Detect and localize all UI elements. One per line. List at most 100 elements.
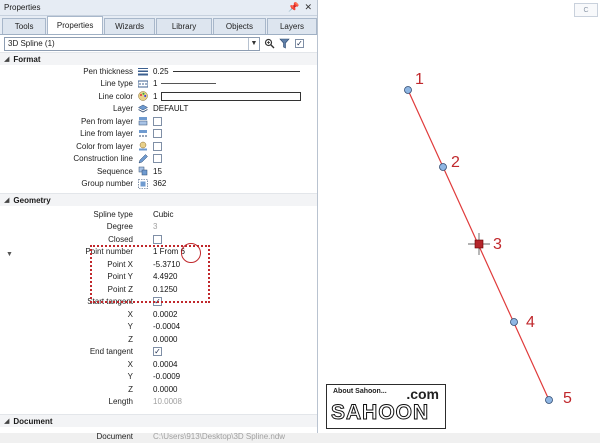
layers-icon <box>136 103 150 115</box>
length-label: Length <box>108 397 133 407</box>
end-tangent-z-value: 0.0000 <box>153 384 178 394</box>
end-tangent-row[interactable]: End tangent <box>0 346 317 359</box>
line-color-swatch[interactable] <box>161 91 302 101</box>
start-tangent-x-row[interactable]: X 0.0002 <box>0 308 317 321</box>
group-number-value: 362 <box>153 179 167 189</box>
length-value: 10.0008 <box>153 397 182 407</box>
sequence-label: Sequence <box>96 166 133 176</box>
pen-thickness-icon <box>136 65 150 77</box>
object-selector[interactable]: 3D Spline (1) ▼ <box>4 36 260 51</box>
closed-row[interactable]: Closed <box>0 233 317 246</box>
document-path-value: C:\Users\913\Desktop\3D Spline.ndw <box>153 431 286 441</box>
construction-line-value <box>150 154 162 164</box>
document-row[interactable]: Document C:\Users\913\Desktop\3D Spline.… <box>0 430 317 443</box>
line-layer-icon <box>136 128 150 140</box>
start-tangent-y-row[interactable]: Y -0.0004 <box>0 321 317 334</box>
end-tangent-x-label: X <box>127 359 133 369</box>
document-section-header[interactable]: ◢ Document <box>0 414 317 427</box>
line-type-row[interactable]: Line type 1 <box>0 78 317 91</box>
point-label-2: 2 <box>451 154 460 171</box>
point-label-1: 1 <box>415 71 424 88</box>
start-tangent-x-value: 0.0002 <box>153 309 178 319</box>
spline-type-row[interactable]: Spline type Cubic <box>0 208 317 221</box>
close-icon[interactable]: ✕ <box>304 2 312 13</box>
line-from-layer-value <box>150 129 162 139</box>
titlebar-controls: 📌 ✕ <box>288 2 317 13</box>
line-color-text: 1 <box>153 91 158 101</box>
color-from-layer-checkbox[interactable] <box>153 141 162 151</box>
line-color-row[interactable]: Line color 1 <box>0 90 317 103</box>
length-row[interactable]: Length 10.0008 <box>0 396 317 409</box>
geometry-section-header[interactable]: ◢ Geometry <box>0 193 317 206</box>
end-tangent-y-row[interactable]: Y -0.0009 <box>0 371 317 384</box>
filter-icon[interactable] <box>279 38 290 50</box>
line-from-layer-checkbox[interactable] <box>153 129 162 139</box>
color-from-layer-label: Color from layer <box>76 141 133 151</box>
group-number-row[interactable]: Group number 362 <box>0 178 317 191</box>
panel-title: Properties <box>4 3 41 12</box>
pen-thickness-sample <box>172 70 300 72</box>
line-type-icon <box>136 78 150 90</box>
control-point-1[interactable] <box>404 86 412 94</box>
end-tangent-x-row[interactable]: X 0.0004 <box>0 358 317 371</box>
pin-icon[interactable]: 📌 <box>288 2 299 13</box>
line-type-value: 1 <box>150 79 217 89</box>
spline-type-value: Cubic <box>153 209 174 219</box>
tab-wizards[interactable]: Wizards <box>104 18 156 34</box>
format-section-title: Format <box>13 54 41 64</box>
degree-row[interactable]: Degree 3 <box>0 221 317 234</box>
checkmark-icon[interactable] <box>294 38 305 50</box>
tab-layers[interactable]: Layers <box>266 18 317 34</box>
object-selector-value: 3D Spline (1) <box>8 39 55 48</box>
chevron-down-icon[interactable]: ▼ <box>248 37 259 50</box>
tab-tools[interactable]: Tools <box>2 18 47 34</box>
tab-bar: Tools Properties Wizards Library Objects… <box>0 16 317 35</box>
tab-properties[interactable]: Properties <box>47 16 104 34</box>
drawing-canvas[interactable]: C 1 2 3 4 5 About Sahoon... .com SAHOON <box>318 0 600 433</box>
start-tangent-y-value: -0.0004 <box>153 322 181 332</box>
collapse-arrow-icon[interactable]: ◢ <box>4 417 9 425</box>
color-from-layer-value <box>150 141 162 151</box>
selected-control-point-3[interactable] <box>474 239 484 249</box>
line-type-text: 1 <box>153 79 158 89</box>
end-tangent-checkbox[interactable] <box>153 347 162 357</box>
sequence-row[interactable]: Sequence 15 <box>0 165 317 178</box>
zoom-search-icon[interactable] <box>264 38 275 50</box>
color-from-layer-row[interactable]: Color from layer <box>0 140 317 153</box>
construction-line-row[interactable]: Construction line <box>0 153 317 166</box>
point-label-3: 3 <box>493 236 502 253</box>
end-tangent-z-row[interactable]: Z 0.0000 <box>0 383 317 396</box>
end-tangent-y-label: Y <box>127 372 133 382</box>
document-section-title: Document <box>13 416 53 426</box>
sequence-icon <box>136 165 150 177</box>
control-point-2[interactable] <box>439 163 447 171</box>
end-tangent-value <box>150 347 162 357</box>
highlight-circle <box>181 243 201 263</box>
pen-from-layer-checkbox[interactable] <box>153 116 162 126</box>
closed-value <box>150 234 162 244</box>
pen-thickness-row[interactable]: Pen thickness 0.25 <box>0 65 317 78</box>
format-section-header[interactable]: ◢ Format <box>0 52 317 65</box>
object-selector-row: 3D Spline (1) ▼ <box>0 35 317 52</box>
logo-com-text: .com <box>406 386 439 402</box>
properties-panel: Properties 📌 ✕ Tools Properties Wizards … <box>0 0 318 441</box>
collapse-arrow-icon[interactable]: ◢ <box>4 196 9 204</box>
start-tangent-z-row[interactable]: Z 0.0000 <box>0 333 317 346</box>
spline-drawing: 1 2 3 4 5 <box>404 71 572 407</box>
geometry-section-title: Geometry <box>13 195 51 205</box>
pen-from-layer-row[interactable]: Pen from layer <box>0 115 317 128</box>
pen-from-layer-label: Pen from layer <box>80 116 133 126</box>
pen-from-layer-value <box>150 116 162 126</box>
line-from-layer-row[interactable]: Line from layer <box>0 128 317 141</box>
construction-line-checkbox[interactable] <box>153 154 162 164</box>
line-color-label: Line color <box>98 91 133 101</box>
closed-checkbox[interactable] <box>153 234 162 244</box>
layer-row[interactable]: Layer DEFAULT <box>0 103 317 116</box>
control-point-5[interactable] <box>545 396 553 404</box>
sahoon-logo: About Sahoon... .com SAHOON <box>326 384 446 429</box>
collapse-arrow-icon[interactable]: ◢ <box>4 55 9 63</box>
tab-library[interactable]: Library <box>156 18 212 34</box>
panel-titlebar: Properties 📌 ✕ <box>0 0 317 16</box>
tab-objects[interactable]: Objects <box>212 18 266 34</box>
control-point-4[interactable] <box>510 318 518 326</box>
